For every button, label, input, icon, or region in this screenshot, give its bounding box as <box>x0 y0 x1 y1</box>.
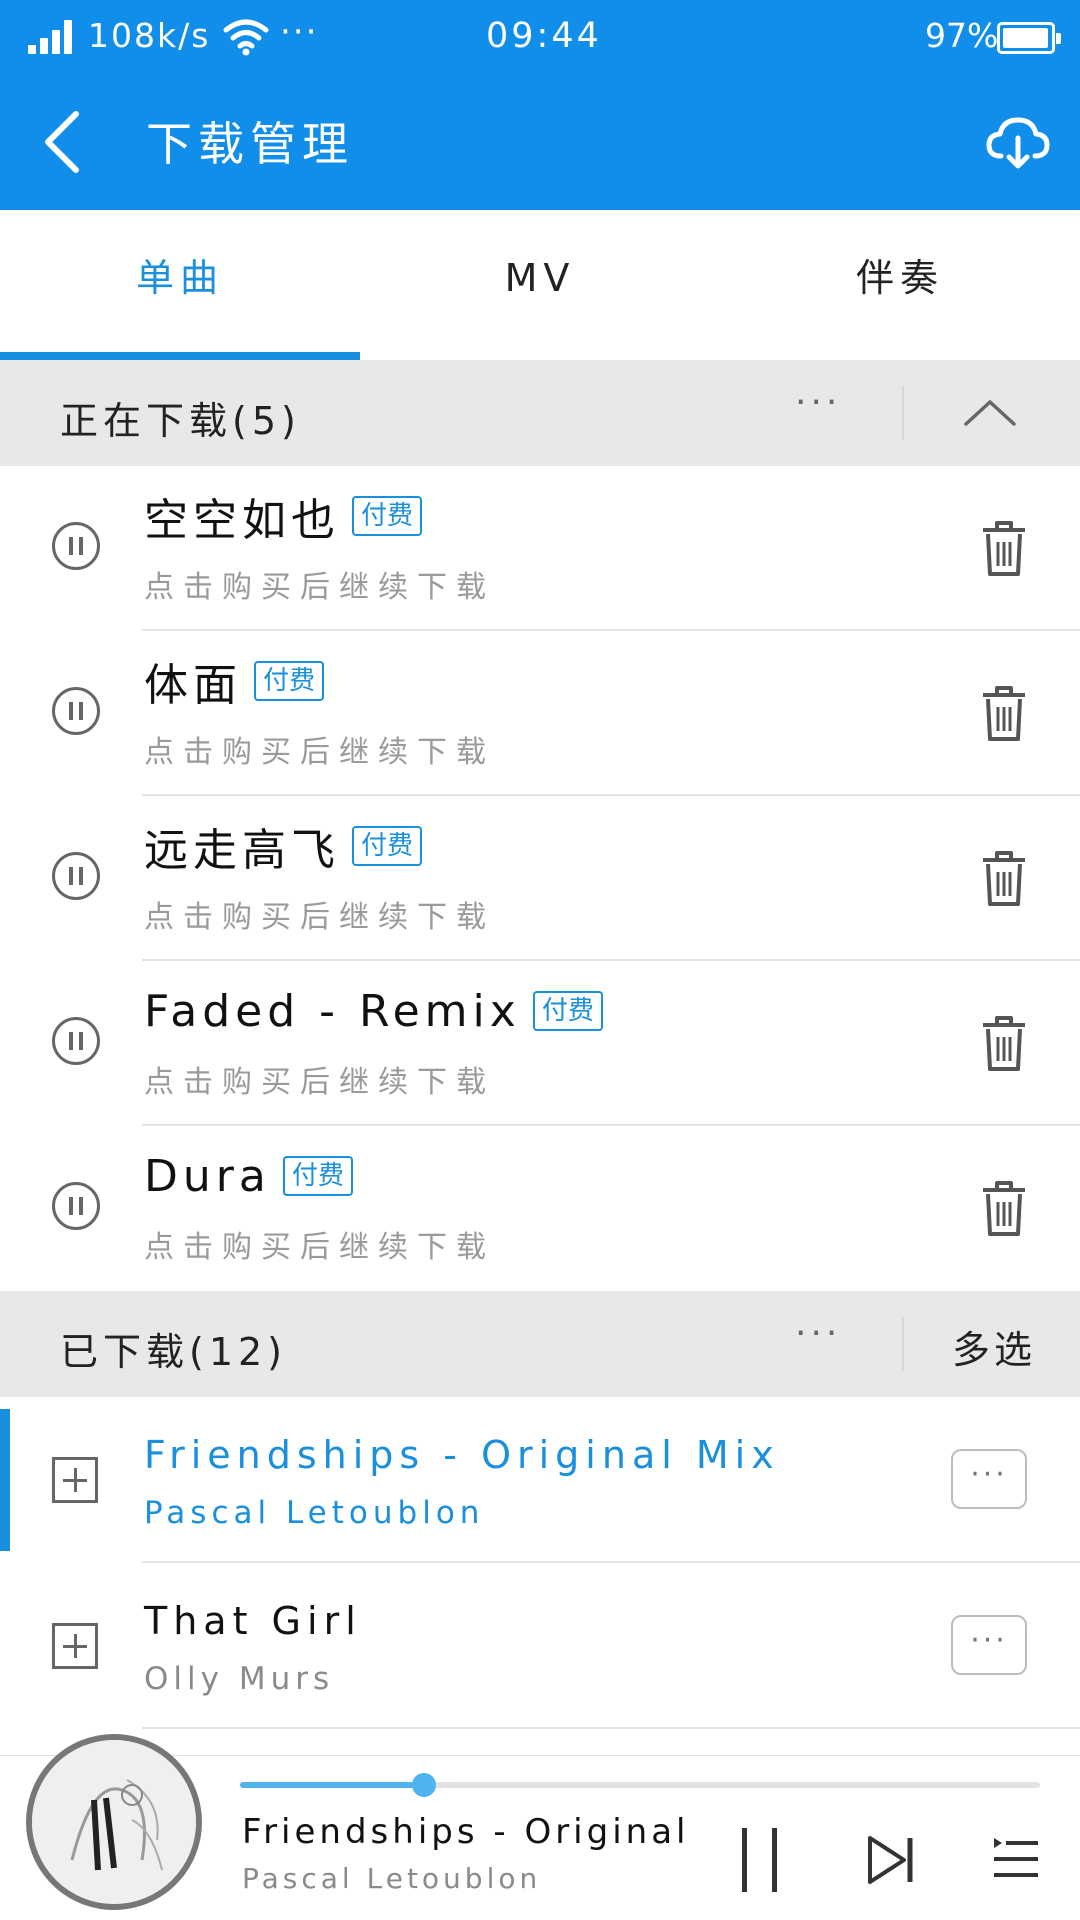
section-divider <box>902 1317 904 1371</box>
downloading-more-button[interactable]: ··· <box>795 382 841 423</box>
battery-level <box>1003 28 1048 48</box>
pause-download-button[interactable] <box>52 687 100 735</box>
song-title: Dura <box>144 1150 271 1202</box>
paid-badge: 付费 <box>352 826 423 866</box>
trash-icon[interactable] <box>980 1178 1028 1238</box>
tab-bar: 单曲 MV 伴奏 <box>0 210 1080 360</box>
download-status[interactable]: 点击购买后继续下载 <box>144 892 495 936</box>
album-art-illustration <box>32 1740 196 1904</box>
paid-badge: 付费 <box>352 496 423 536</box>
tab-singles[interactable]: 单曲 <box>0 210 360 360</box>
download-status[interactable]: 点击购买后继续下载 <box>144 727 495 771</box>
section-divider <box>902 386 904 440</box>
downloading-item[interactable]: 体面 付费 点击购买后继续下载 <box>0 631 1080 796</box>
chevron-up-icon[interactable] <box>962 394 1018 430</box>
downloaded-item[interactable]: That Girl Olly Murs ··· <box>0 1563 1080 1729</box>
app-header: 108k/s ··· 09:44 97% 下载管理 <box>0 0 1080 210</box>
pause-download-button[interactable] <box>52 522 100 570</box>
song-title: Friendships - Original Mix <box>144 1433 780 1477</box>
battery-percent: 97% <box>925 16 999 55</box>
multi-select-button[interactable]: 多选 <box>952 1319 1036 1374</box>
downloaded-section-header: 已下载(12) ··· 多选 <box>0 1291 1080 1397</box>
download-status[interactable]: 点击购买后继续下载 <box>144 1057 495 1101</box>
trash-icon[interactable] <box>980 848 1028 908</box>
tab-indicator <box>0 352 360 360</box>
paid-badge: 付费 <box>254 661 325 701</box>
playback-progress-handle[interactable] <box>412 1773 436 1797</box>
skip-next-icon[interactable] <box>866 1834 916 1886</box>
trash-icon[interactable] <box>980 1013 1028 1073</box>
paid-badge: 付费 <box>282 1156 353 1196</box>
song-title: Faded - Remix <box>144 985 521 1037</box>
downloading-title-line: Dura 付费 <box>144 1146 353 1206</box>
download-status[interactable]: 点击购买后继续下载 <box>144 1222 495 1266</box>
song-artist: Pascal Letoublon <box>144 1495 485 1531</box>
downloading-title-line: Faded - Remix 付费 <box>144 981 603 1041</box>
song-title: 体面 <box>144 660 242 711</box>
paid-badge: 付费 <box>532 991 603 1031</box>
tab-accompaniment[interactable]: 伴奏 <box>720 210 1080 360</box>
pause-download-button[interactable] <box>52 1017 100 1065</box>
downloading-item[interactable]: Faded - Remix 付费 点击购买后继续下载 <box>0 961 1080 1126</box>
clock: 09:44 <box>486 16 602 56</box>
playback-progress-fill <box>240 1782 424 1788</box>
download-status[interactable]: 点击购买后继续下载 <box>144 562 495 606</box>
downloaded-section-title: 已下载(12) <box>60 1330 288 1374</box>
downloading-section-title: 正在下载(5) <box>60 399 301 443</box>
song-title: 空空如也 <box>144 495 340 546</box>
downloading-title-line: 体面 付费 <box>144 651 325 711</box>
playback-progress-bar[interactable] <box>240 1773 1040 1797</box>
downloaded-item[interactable]: Friendships - Original Mix Pascal Letoub… <box>0 1397 1080 1563</box>
signal-icon <box>28 20 76 54</box>
trash-icon[interactable] <box>980 683 1028 743</box>
mini-player: Friendships - Original … Pascal Letoublo… <box>0 1734 1080 1920</box>
wifi-icon <box>223 19 269 56</box>
page-title: 下载管理 <box>146 117 354 171</box>
downloading-item[interactable]: 空空如也 付费 点击购买后继续下载 <box>0 466 1080 631</box>
pause-download-button[interactable] <box>52 1182 100 1230</box>
now-playing-marker <box>0 1409 10 1551</box>
more-options-button[interactable]: ··· <box>951 1615 1027 1675</box>
song-title: That Girl <box>144 1599 362 1643</box>
back-button[interactable] <box>30 100 100 184</box>
add-to-playlist-icon[interactable] <box>52 1623 98 1669</box>
downloading-item[interactable]: 远走高飞 付费 点击购买后继续下载 <box>0 796 1080 961</box>
add-to-playlist-icon[interactable] <box>52 1457 98 1503</box>
downloading-title-line: 远走高飞 付费 <box>144 816 423 876</box>
song-title: 远走高飞 <box>144 825 340 876</box>
pause-download-button[interactable] <box>52 852 100 900</box>
cloud-download-icon[interactable] <box>985 112 1051 172</box>
downloaded-more-button[interactable]: ··· <box>795 1313 841 1354</box>
status-more-icon: ··· <box>280 12 319 52</box>
tab-mv[interactable]: MV <box>360 210 720 360</box>
now-playing-artist[interactable]: Pascal Letoublon <box>242 1862 541 1895</box>
network-speed: 108k/s <box>88 16 211 55</box>
downloading-section-header: 正在下载(5) ··· <box>0 360 1080 466</box>
album-cover[interactable] <box>26 1734 202 1910</box>
trash-icon[interactable] <box>980 518 1028 578</box>
downloading-title-line: 空空如也 付费 <box>144 486 423 546</box>
song-artist: Olly Murs <box>144 1661 335 1697</box>
now-playing-title[interactable]: Friendships - Original … <box>242 1812 702 1852</box>
status-bar: 108k/s ··· 09:44 97% <box>0 0 1080 78</box>
playlist-icon[interactable] <box>992 1834 1040 1884</box>
downloading-item[interactable]: Dura 付费 点击购买后继续下载 <box>0 1126 1080 1291</box>
battery-icon <box>997 22 1061 54</box>
row-divider <box>142 1727 1080 1729</box>
pause-icon[interactable] <box>742 1828 790 1892</box>
more-options-button[interactable]: ··· <box>951 1449 1027 1509</box>
